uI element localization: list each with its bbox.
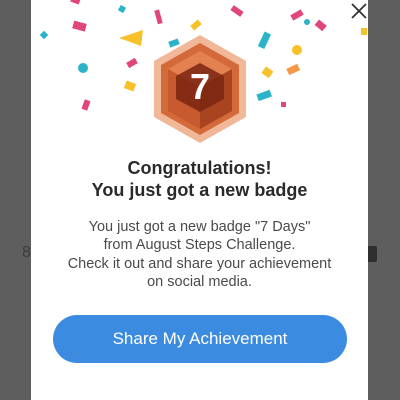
dialog-message-line: Check it out and share your achievement <box>67 256 332 272</box>
dialog-message-line: from August Steps Challenge. <box>103 237 296 253</box>
background-list-item-number: 8 <box>22 244 31 261</box>
dialog-subtitle: You just got a new badge <box>91 180 308 200</box>
close-icon <box>351 3 367 19</box>
share-achievement-button[interactable]: Share My Achievement <box>53 315 347 363</box>
seven-day-badge: 7 <box>150 33 250 145</box>
background-list-chip <box>367 246 377 262</box>
badge-number: 7 <box>189 66 211 107</box>
badge-achievement-dialog: 7 Congratulations! You just got a new ba… <box>31 0 368 400</box>
dialog-message-line: on social media. <box>147 274 252 290</box>
close-button[interactable] <box>347 0 368 22</box>
dialog-title: Congratulations! <box>127 158 272 178</box>
dialog-message-line: You just got a new badge "7 Days" <box>88 219 311 235</box>
